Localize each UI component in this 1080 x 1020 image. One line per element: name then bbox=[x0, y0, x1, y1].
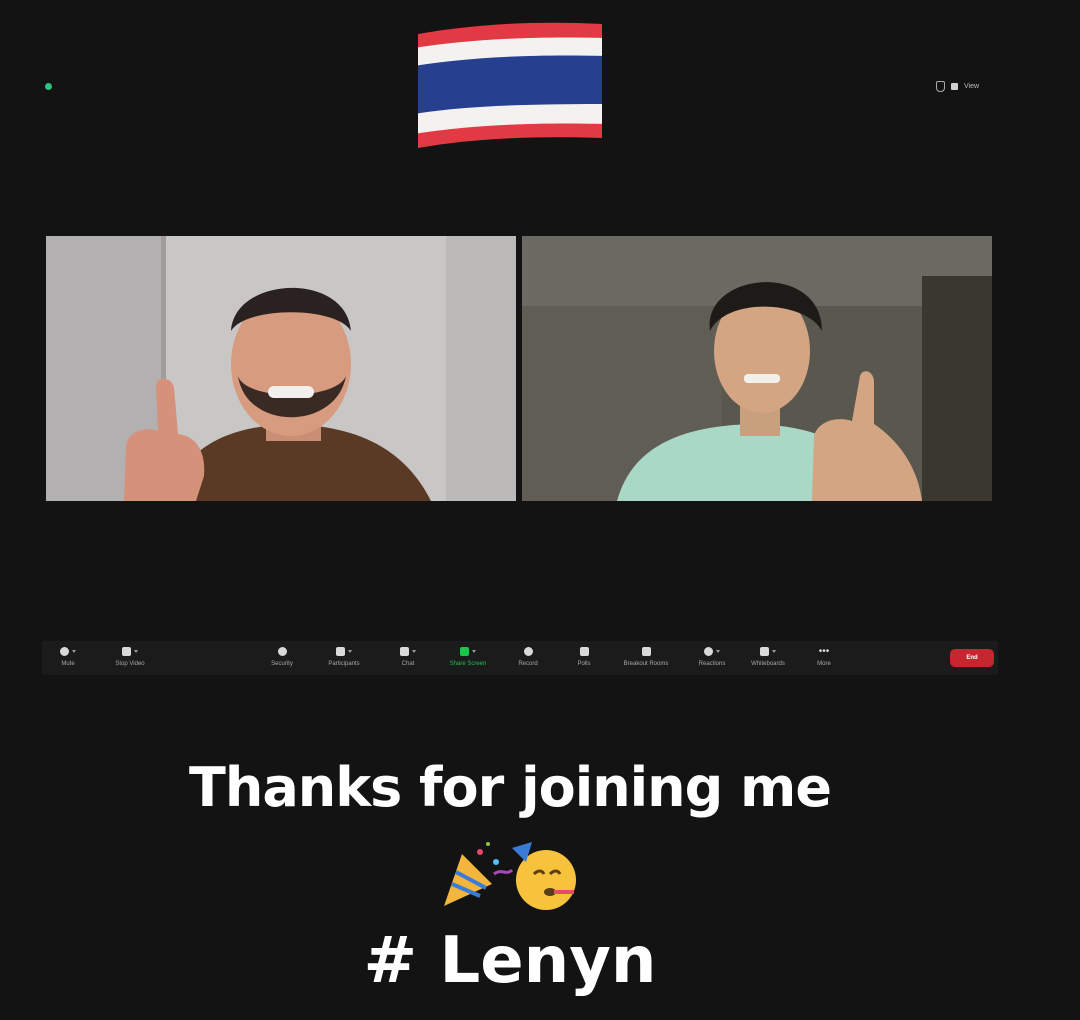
video-icon bbox=[122, 646, 131, 656]
stop-video-button[interactable]: Stop Video bbox=[100, 644, 160, 667]
shield-icon bbox=[936, 80, 945, 92]
breakout-rooms-label: Breakout Rooms bbox=[623, 661, 669, 667]
polls-icon bbox=[579, 646, 589, 656]
share-screen-button[interactable]: Share Screen bbox=[438, 644, 498, 667]
chevron-down-icon[interactable] bbox=[72, 649, 76, 653]
mute-label: Mute bbox=[61, 661, 75, 667]
shield-icon bbox=[277, 646, 287, 656]
video-tile-participant-1 bbox=[46, 236, 516, 501]
chevron-down-icon[interactable] bbox=[716, 649, 720, 653]
meeting-toolbar: Mute Stop Video Security Participants Ch… bbox=[42, 641, 998, 675]
chevron-down-icon[interactable] bbox=[134, 649, 138, 653]
video-tile-participant-2 bbox=[522, 236, 992, 501]
connection-status-dot bbox=[45, 83, 52, 90]
security-button[interactable]: Security bbox=[252, 644, 312, 667]
thailand-flag-icon bbox=[418, 22, 602, 149]
chevron-down-icon[interactable] bbox=[348, 649, 352, 653]
security-label: Security bbox=[271, 661, 293, 667]
whiteboards-icon bbox=[760, 646, 769, 656]
party-emoji-row bbox=[444, 842, 576, 910]
share-screen-label: Share Screen bbox=[449, 661, 487, 667]
end-meeting-button[interactable]: End bbox=[950, 649, 994, 667]
mute-button[interactable]: Mute bbox=[38, 644, 98, 667]
grid-view-icon bbox=[951, 82, 958, 90]
mic-icon bbox=[60, 646, 69, 656]
hashtag-text: # Lenyn bbox=[363, 924, 657, 998]
reactions-label: Reactions bbox=[698, 661, 726, 667]
chevron-down-icon[interactable] bbox=[472, 649, 476, 653]
chat-icon bbox=[400, 646, 409, 656]
breakout-rooms-button[interactable]: Breakout Rooms bbox=[616, 644, 676, 667]
party-popper-icon bbox=[444, 842, 514, 906]
reactions-icon bbox=[704, 646, 713, 656]
record-label: Record bbox=[518, 661, 538, 667]
whiteboards-label: Whiteboards bbox=[751, 661, 785, 667]
record-button[interactable]: Record bbox=[498, 644, 558, 667]
chevron-down-icon[interactable] bbox=[412, 649, 416, 653]
more-label: More bbox=[817, 661, 831, 667]
view-widget[interactable]: View bbox=[936, 79, 979, 93]
view-label: View bbox=[964, 82, 980, 90]
more-icon: ••• bbox=[818, 645, 830, 657]
polls-button[interactable]: Polls bbox=[554, 644, 614, 667]
stop-video-label: Stop Video bbox=[115, 661, 145, 667]
participants-icon bbox=[336, 646, 345, 656]
partying-face-icon bbox=[512, 842, 576, 910]
participants-button[interactable]: Participants bbox=[314, 644, 374, 667]
reactions-button[interactable]: Reactions bbox=[682, 644, 742, 667]
chat-button[interactable]: Chat bbox=[378, 644, 438, 667]
story-caption: Thanks for joining me bbox=[189, 756, 832, 819]
polls-label: Polls bbox=[577, 661, 591, 667]
more-button[interactable]: ••• More bbox=[794, 644, 854, 668]
chevron-down-icon[interactable] bbox=[772, 649, 776, 653]
participants-label: Participants bbox=[328, 661, 360, 667]
record-icon bbox=[523, 646, 533, 656]
whiteboards-button[interactable]: Whiteboards bbox=[738, 644, 798, 667]
share-screen-icon bbox=[460, 646, 469, 656]
chat-label: Chat bbox=[401, 661, 415, 667]
breakout-rooms-icon bbox=[641, 646, 651, 656]
